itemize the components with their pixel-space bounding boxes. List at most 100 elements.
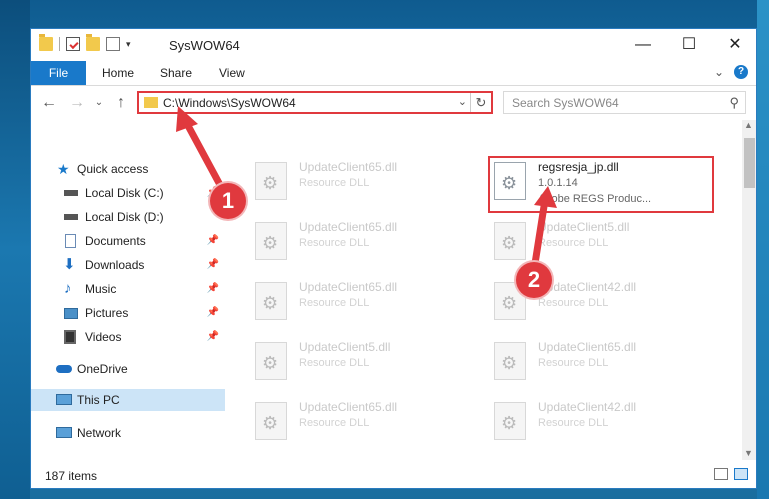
refresh-button[interactable]: ↻ (470, 93, 491, 112)
list-item[interactable]: UpdateClient42.dll Resource DLL (494, 398, 724, 448)
list-item[interactable]: UpdateClient5.dll Resource DLL (494, 218, 724, 268)
file-type: Resource DLL (299, 357, 370, 369)
list-item[interactable]: UpdateClient65.dll Resource DLL (255, 218, 485, 268)
file-name: UpdateClient65.dll (299, 400, 398, 414)
ribbon-right-controls: ⌄ ? (714, 65, 748, 79)
file-type: Resource DLL (299, 177, 370, 189)
vertical-scrollbar[interactable]: ▲ ▼ (742, 120, 756, 460)
toolbar-dropdown-icon[interactable]: ▾ (126, 39, 131, 50)
nav-item-downloads[interactable]: ⬇ Downloads 📌 (31, 254, 225, 276)
help-icon[interactable]: ? (734, 65, 748, 79)
tab-file[interactable]: File (31, 61, 86, 85)
nav-quick-access-label: Quick access (77, 162, 149, 176)
computer-icon (56, 394, 72, 405)
nav-item-documents[interactable]: Documents 📌 (31, 230, 225, 252)
dll-file-icon (255, 402, 287, 440)
tab-home[interactable]: Home (102, 61, 134, 85)
nav-this-pc[interactable]: This PC (31, 389, 225, 411)
file-name: UpdateClient65.dll (299, 280, 398, 294)
scrollbar-thumb[interactable] (744, 138, 755, 188)
file-name: UpdateClient42.dll (538, 400, 637, 414)
nav-item-label: Downloads (85, 258, 145, 272)
new-folder-icon[interactable] (86, 34, 100, 51)
target-file-highlight (488, 156, 714, 213)
drive-icon (64, 190, 78, 196)
recent-locations-button[interactable]: ⌄ (89, 93, 109, 113)
tab-share[interactable]: Share (160, 61, 192, 85)
list-item[interactable]: UpdateClient5.dll Resource DLL (255, 338, 485, 388)
nav-onedrive[interactable]: OneDrive (31, 358, 225, 380)
callout-1: 1 (210, 183, 246, 219)
dll-file-icon (494, 222, 526, 260)
forward-button[interactable]: → (67, 93, 87, 113)
list-item[interactable]: UpdateClient65.dll Resource DLL (494, 338, 724, 388)
close-button[interactable]: ✕ (712, 29, 756, 61)
status-bar: 187 items (31, 460, 756, 488)
back-button[interactable]: ← (39, 93, 59, 113)
nav-item-label: Local Disk (D:) (85, 210, 164, 224)
tab-view[interactable]: View (219, 61, 245, 85)
nav-item-label: Videos (85, 330, 122, 344)
up-button[interactable]: ↑ (111, 93, 131, 113)
details-view-icon[interactable] (714, 468, 728, 480)
videos-icon (64, 330, 76, 344)
drive-icon (64, 214, 78, 220)
window-title: SysWOW64 (169, 38, 240, 53)
nav-network[interactable]: Network (31, 422, 225, 444)
dll-file-icon (255, 282, 287, 320)
nav-item-music[interactable]: ♪ Music 📌 (31, 278, 225, 300)
nav-item-label: Documents (85, 234, 146, 248)
scroll-up-icon[interactable]: ▲ (744, 120, 753, 130)
nav-item-videos[interactable]: Videos 📌 (31, 326, 225, 348)
nav-quick-access[interactable]: ★ Quick access (31, 158, 225, 180)
title-bar: ▾ SysWOW64 — ☐ ✕ (31, 29, 756, 61)
file-name: UpdateClient42.dll (538, 280, 637, 294)
dll-file-icon (255, 342, 287, 380)
file-name: UpdateClient5.dll (299, 340, 391, 354)
nav-onedrive-label: OneDrive (77, 362, 128, 376)
cloud-icon (56, 365, 72, 373)
list-item[interactable]: UpdateClient65.dll Resource DLL (255, 398, 485, 448)
list-item[interactable]: UpdateClient65.dll Resource DLL (255, 158, 485, 208)
customize-toolbar-icon[interactable] (106, 37, 120, 51)
pin-icon: 📌 (206, 307, 219, 318)
large-icons-view-icon[interactable] (734, 468, 748, 480)
file-name: UpdateClient5.dll (538, 220, 630, 234)
documents-icon (65, 234, 76, 248)
properties-icon[interactable] (66, 37, 80, 51)
minimize-button[interactable]: — (620, 29, 666, 61)
scroll-down-icon[interactable]: ▼ (744, 448, 753, 458)
toolbar-separator (59, 37, 60, 51)
expand-ribbon-icon[interactable]: ⌄ (714, 65, 724, 79)
folder-icon (39, 34, 53, 51)
desktop-background-right (757, 0, 769, 499)
nav-this-pc-label: This PC (77, 393, 120, 407)
address-row: ← → ⌄ ↑ C:\Windows\SysWOW64 ⌄ ↻ Search S… (31, 86, 756, 120)
address-bar[interactable]: C:\Windows\SysWOW64 ⌄ ↻ (137, 91, 493, 114)
file-name: UpdateClient65.dll (299, 160, 398, 174)
navigation-pane: ★ Quick access Local Disk (C:) 📌 Local D… (31, 120, 227, 460)
nav-item-local-disk-d[interactable]: Local Disk (D:) (31, 206, 225, 228)
pin-icon: 📌 (206, 259, 219, 270)
nav-item-local-disk-c[interactable]: Local Disk (C:) 📌 (31, 182, 225, 204)
address-dropdown-icon[interactable]: ⌄ (458, 95, 467, 108)
search-icon[interactable]: ⚲ (729, 95, 739, 111)
nav-item-label: Local Disk (C:) (85, 186, 164, 200)
file-list: UpdateClient65.dll Resource DLL UpdateCl… (227, 120, 742, 460)
file-type: Resource DLL (299, 417, 370, 429)
maximize-button[interactable]: ☐ (666, 29, 712, 61)
dll-file-icon (494, 342, 526, 380)
file-name: UpdateClient65.dll (538, 340, 637, 354)
nav-item-pictures[interactable]: Pictures 📌 (31, 302, 225, 324)
downloads-icon: ⬇ (63, 256, 76, 273)
dll-file-icon (494, 402, 526, 440)
list-item[interactable]: UpdateClient65.dll Resource DLL (255, 278, 485, 328)
star-icon: ★ (57, 161, 70, 177)
music-icon: ♪ (64, 280, 72, 297)
pictures-icon (64, 308, 78, 319)
file-type: Resource DLL (538, 357, 609, 369)
pin-icon: 📌 (206, 235, 219, 246)
search-input[interactable]: Search SysWOW64 ⚲ (503, 91, 746, 114)
file-name: UpdateClient65.dll (299, 220, 398, 234)
address-path[interactable]: C:\Windows\SysWOW64 (163, 96, 296, 110)
